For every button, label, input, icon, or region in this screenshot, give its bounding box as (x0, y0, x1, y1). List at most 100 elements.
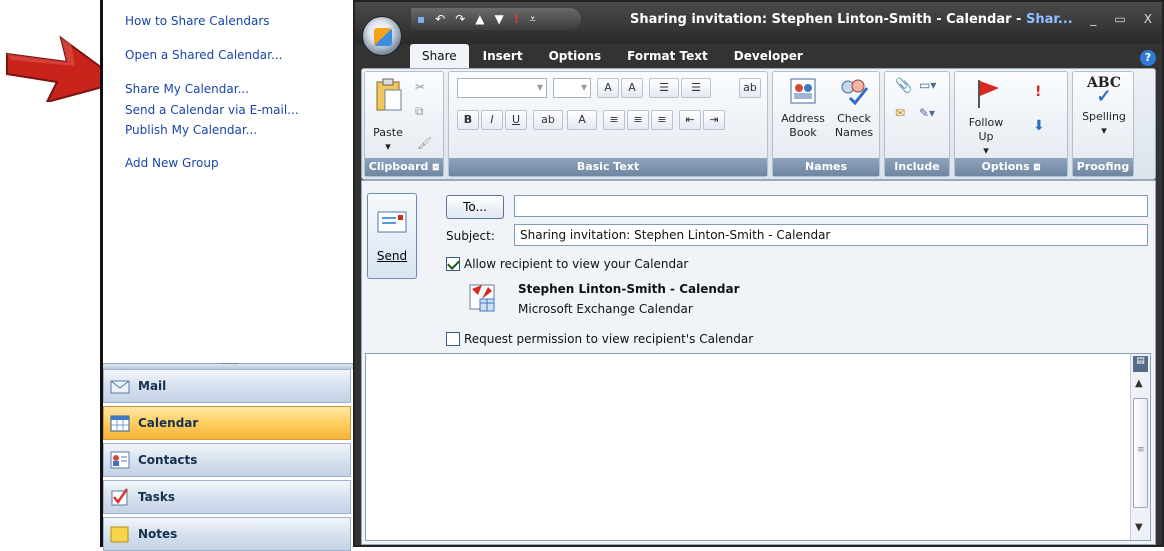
tab-share[interactable]: Share (410, 44, 469, 68)
maximize-button[interactable]: ▭ (1114, 12, 1125, 26)
to-field[interactable] (514, 195, 1148, 217)
tab-options[interactable]: Options (537, 44, 614, 68)
clipboard-group-label: Clipboard ⧈ (365, 158, 443, 176)
underline-button[interactable]: U (505, 110, 527, 130)
signature-icon[interactable]: ✎▾ (919, 106, 935, 120)
dropdown-icon: ▾ (580, 80, 587, 94)
link-share-my-calendar[interactable]: Share My Calendar... (125, 82, 249, 96)
cut-icon[interactable]: ✂ (415, 80, 425, 94)
allow-view-checkbox[interactable] (446, 257, 460, 271)
calendar-type: Microsoft Exchange Calendar (518, 302, 693, 316)
follow-up-label: Follow Up (968, 116, 1004, 143)
font-color-button[interactable]: A (567, 110, 597, 130)
office-logo-icon (374, 28, 392, 46)
styles-button[interactable]: ab (739, 78, 761, 98)
italic-button[interactable]: I (481, 110, 503, 130)
nav-tasks-button[interactable]: Tasks (103, 480, 351, 514)
align-right-button[interactable]: ≡ (651, 110, 673, 130)
paste-label: Paste (373, 126, 403, 139)
bold-button[interactable]: B (457, 110, 479, 130)
dialog-launcher-icon[interactable]: ⧈ (432, 160, 439, 173)
scroll-down-icon[interactable]: ▼ (1135, 522, 1143, 533)
font-name-combo[interactable]: ▾ (457, 78, 547, 98)
grow-font-button[interactable]: A (597, 78, 619, 98)
help-icon[interactable]: ? (1140, 50, 1156, 66)
low-importance-icon[interactable]: ⬇ (1033, 118, 1045, 134)
calendar-icon (110, 414, 130, 432)
scroll-thumb[interactable]: ≡ (1133, 398, 1148, 508)
tab-developer[interactable]: Developer (722, 44, 815, 68)
minimize-button[interactable]: _ (1090, 12, 1096, 26)
redo-icon[interactable]: ↷ (455, 12, 465, 26)
font-size-combo[interactable]: ▾ (553, 78, 591, 98)
check-names-button[interactable]: Check Names (831, 76, 877, 140)
group-names: Address Book Check Names Names (772, 71, 880, 177)
nav-notes-button[interactable]: Notes (103, 517, 351, 551)
clipboard-label: Clipboard (368, 160, 429, 173)
align-center-button[interactable]: ≡ (627, 110, 649, 130)
nav-calendar-button[interactable]: Calendar (103, 406, 351, 440)
paste-dropdown-icon: ▾ (385, 140, 391, 153)
link-send-calendar-email[interactable]: Send a Calendar via E-mail... (125, 103, 299, 117)
attach-item-icon[interactable]: ✉ (895, 106, 905, 120)
follow-up-button[interactable]: Follow Up ▾ (961, 76, 1011, 158)
next-item-icon[interactable]: ▼ (495, 12, 504, 26)
window-title: Sharing invitation: Stephen Linton-Smith… (630, 12, 1073, 27)
link-how-to-share[interactable]: How to Share Calendars (125, 14, 270, 28)
highlight-button[interactable]: ab (533, 110, 563, 130)
spelling-icon: ABC ✓ (1086, 75, 1122, 107)
save-icon[interactable]: ▪ (417, 12, 425, 26)
group-options: Follow Up ▾ ! ⬇ Options ⧈ (954, 71, 1068, 177)
high-importance-icon[interactable]: ! (1035, 84, 1041, 100)
subject-field[interactable]: Sharing invitation: Stephen Linton-Smith… (514, 224, 1148, 246)
nav-contacts-button[interactable]: Contacts (103, 443, 351, 477)
close-button[interactable]: X (1144, 12, 1152, 26)
spelling-label: Spelling (1082, 110, 1126, 123)
request-permission-checkbox[interactable] (446, 332, 460, 346)
link-publish-calendar[interactable]: Publish My Calendar... (125, 123, 257, 137)
group-proofing: ABC ✓ Spelling ▾ Proofing (1072, 71, 1134, 177)
customize-toolbar-icon[interactable]: ⩡ (529, 12, 536, 27)
link-open-shared-calendar[interactable]: Open a Shared Calendar... (125, 48, 282, 62)
spelling-button[interactable]: ABC ✓ Spelling ▾ (1077, 76, 1131, 138)
paste-button[interactable]: Paste ▾ (369, 78, 407, 154)
red-flag-icon (978, 80, 999, 108)
business-card-icon[interactable]: ▭▾ (919, 78, 936, 92)
shrink-font-button[interactable]: A (621, 78, 643, 98)
increase-indent-button[interactable]: ⇥ (703, 110, 725, 130)
grip-icon: ≡ (1137, 445, 1145, 455)
attach-file-icon[interactable]: 📎 (895, 78, 912, 94)
numbering-button[interactable]: ☰ (681, 78, 711, 98)
nav-mail-label: Mail (138, 379, 167, 393)
send-button[interactable]: Send (367, 193, 417, 279)
basic-text-group-label: Basic Text (449, 158, 767, 176)
tab-insert[interactable]: Insert (471, 44, 535, 68)
to-button[interactable]: To... (446, 195, 504, 219)
options-label: Options (981, 160, 1030, 173)
address-book-button[interactable]: Address Book (779, 76, 827, 140)
scroll-up-icon[interactable]: ▲ (1135, 378, 1143, 389)
align-left-button[interactable]: ≡ (603, 110, 625, 130)
group-include: 📎 ▭▾ ✉ ✎▾ Include (884, 71, 950, 177)
bullets-button[interactable]: ☰ (649, 78, 679, 98)
link-add-new-group[interactable]: Add New Group (125, 156, 219, 170)
dialog-launcher-icon[interactable]: ⧈ (1034, 160, 1041, 173)
tab-format-text[interactable]: Format Text (615, 44, 720, 68)
message-body[interactable]: ▤ ▲ ≡ ▼ (365, 353, 1151, 541)
previous-item-icon[interactable]: ▲ (475, 12, 484, 26)
calendar-name: Stephen Linton-Smith - Calendar (518, 282, 740, 296)
request-permission-label: Request permission to view recipient's C… (464, 332, 754, 346)
copy-icon[interactable]: ⧉ (415, 104, 424, 119)
decrease-indent-button[interactable]: ⇤ (679, 110, 701, 130)
format-painter-icon[interactable]: 🖌 (417, 136, 432, 150)
office-button[interactable] (362, 16, 402, 56)
undo-icon[interactable]: ↶ (435, 12, 445, 26)
ruler-toggle-icon[interactable]: ▤ (1133, 356, 1148, 372)
check-names-label: Check Names (834, 112, 874, 139)
vertical-scrollbar[interactable]: ▤ ▲ ≡ ▼ (1130, 354, 1150, 540)
grip-dots: ...... (221, 357, 239, 367)
importance-icon[interactable]: ! (514, 12, 519, 26)
nav-mail-button[interactable]: Mail (103, 369, 351, 403)
sharing-links-panel: How to Share Calendars Open a Shared Cal… (103, 0, 353, 355)
address-book-label: Address Book (781, 112, 825, 139)
